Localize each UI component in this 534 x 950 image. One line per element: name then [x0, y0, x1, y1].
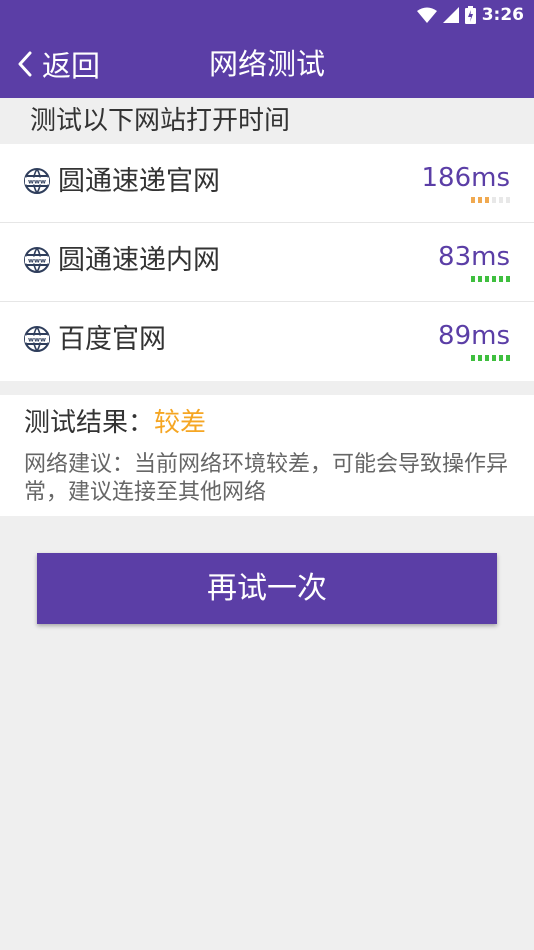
signal-segment [471, 355, 475, 361]
signal-segment [506, 197, 510, 203]
signal-segment [506, 355, 510, 361]
result-line: 测试结果：较差 [24, 403, 206, 443]
site-name: 圆通速递官网 [58, 166, 220, 197]
latency-value: 186ms [421, 163, 511, 193]
signal-segment [492, 276, 496, 282]
signal-segment [492, 197, 496, 203]
signal-strength-bar [471, 355, 510, 361]
signal-segment [471, 197, 475, 203]
wifi-icon [416, 7, 437, 23]
back-button[interactable]: 返回 [18, 30, 100, 98]
signal-segment [478, 276, 482, 282]
signal-segment [499, 355, 503, 361]
section-caption: 测试以下网站打开时间 [30, 106, 291, 136]
status-time: 3:26 [481, 5, 524, 25]
signal-segment [492, 355, 496, 361]
cellular-signal-icon [442, 7, 459, 23]
signal-segment [506, 276, 510, 282]
status-bar: 3:26 [0, 0, 534, 30]
network-advice: 网络建议：当前网络环境较差，可能会导致操作异常，建议连接至其他网络 [24, 452, 509, 505]
signal-strength-bar [471, 197, 510, 203]
site-name: 百度官网 [58, 324, 166, 355]
signal-segment [485, 197, 489, 203]
signal-strength-bar [471, 276, 510, 282]
svg-text:www: www [28, 336, 46, 344]
signal-segment [478, 197, 482, 203]
signal-segment [485, 276, 489, 282]
chevron-left-icon [18, 51, 32, 77]
status-icons: 3:26 [416, 4, 524, 26]
site-row: www 圆通速递内网 83ms [0, 223, 534, 302]
signal-segment [478, 355, 482, 361]
retry-button[interactable]: 再试一次 [37, 553, 497, 624]
site-row: www 圆通速递官网 186ms [0, 144, 534, 223]
signal-segment [471, 276, 475, 282]
app-bar: 返回 网络测试 [0, 30, 534, 98]
site-row: www 百度官网 89ms [0, 302, 534, 381]
signal-segment [485, 355, 489, 361]
back-label: 返回 [42, 49, 101, 83]
test-result-panel: 测试结果：较差 网络建议：当前网络环境较差，可能会导致操作异常，建议连接至其他网… [0, 395, 534, 516]
signal-segment [499, 197, 503, 203]
svg-text:www: www [28, 257, 46, 265]
battery-icon [464, 6, 476, 24]
signal-segment [499, 276, 503, 282]
result-level: 较差 [154, 408, 207, 438]
globe-icon: www [24, 168, 50, 194]
globe-icon: www [24, 247, 50, 273]
globe-icon: www [24, 326, 50, 352]
site-list: www 圆通速递官网 186ms www 圆通速递内网 83ms www 百度官… [0, 144, 534, 381]
latency-value: 83ms [438, 242, 510, 272]
latency-value: 89ms [438, 321, 510, 351]
svg-text:www: www [28, 178, 46, 186]
site-name: 圆通速递内网 [58, 245, 220, 276]
result-label: 测试结果： [24, 408, 155, 438]
